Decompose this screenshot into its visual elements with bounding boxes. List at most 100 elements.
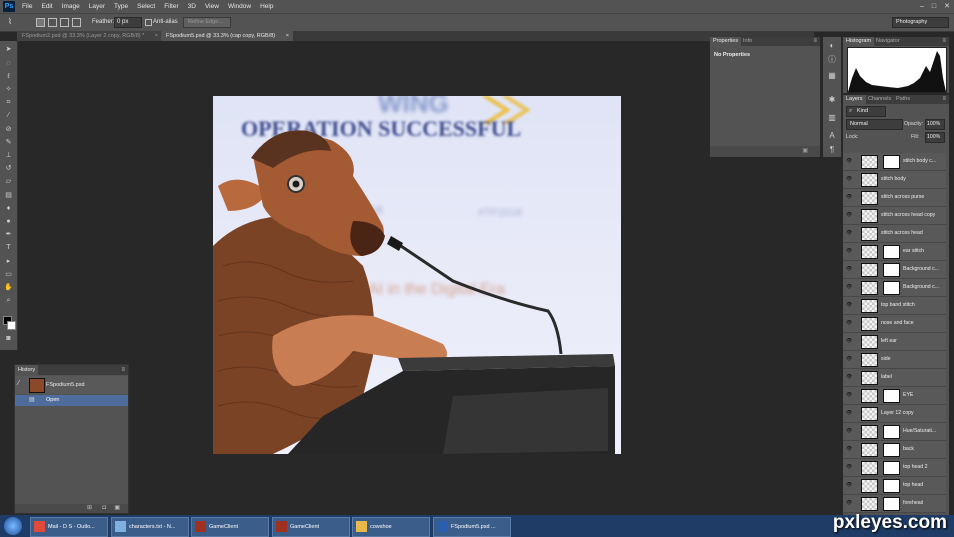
blend-mode-select[interactable]: Normal (846, 119, 903, 130)
close-tab-icon[interactable]: × (286, 31, 289, 41)
color-panel-icon[interactable]: ◐ (827, 41, 837, 50)
subtract-selection-icon[interactable] (60, 18, 69, 27)
eye-icon[interactable]: 👁 (846, 320, 852, 326)
tab-layers[interactable]: Layers (843, 95, 866, 104)
close-tab-icon[interactable]: × (155, 31, 158, 41)
menu-type[interactable]: Type (114, 0, 128, 13)
menu-window[interactable]: Window (228, 0, 251, 13)
crop-tool-icon[interactable]: ⌗ (3, 98, 14, 107)
eye-icon[interactable]: 👁 (846, 374, 852, 380)
panel-menu-icon[interactable]: ≡ (813, 37, 817, 46)
layer-row[interactable]: 👁 EYE (843, 387, 946, 405)
character-panel-icon[interactable]: A (827, 131, 837, 140)
eye-icon[interactable]: 👁 (846, 500, 852, 506)
menu-filter[interactable]: Filter (164, 0, 178, 13)
layer-mask-thumbnail[interactable] (883, 263, 900, 277)
clone-stamp-icon[interactable]: ⊥ (3, 151, 14, 160)
layer-row[interactable]: 👁 forehead (843, 495, 946, 513)
minimize-button[interactable]: – (920, 0, 924, 13)
intersect-selection-icon[interactable] (72, 18, 81, 27)
layer-mask-thumbnail[interactable] (883, 281, 900, 295)
menu-image[interactable]: Image (62, 0, 80, 13)
panel-menu-icon[interactable]: ≡ (121, 365, 125, 375)
taskbar-button[interactable]: cowshoe (352, 517, 430, 537)
layer-row[interactable]: 👁 left ear (843, 333, 946, 351)
history-brush-icon[interactable]: ↺ (3, 164, 14, 173)
layer-row[interactable]: 👁 label (843, 369, 946, 387)
workspace-select[interactable]: Photography (892, 17, 949, 28)
menu-view[interactable]: View (205, 0, 219, 13)
history-state-open[interactable]: ▤ Open (15, 395, 128, 406)
panel-menu-icon[interactable]: ≡ (942, 95, 946, 104)
fill-input[interactable]: 100% (925, 132, 945, 143)
layer-row[interactable]: 👁 top head (843, 477, 946, 495)
layer-row[interactable]: 👁 stitch across head (843, 225, 946, 243)
layer-mask-thumbnail[interactable] (883, 461, 900, 475)
eye-icon[interactable]: 👁 (846, 248, 852, 254)
layer-mask-thumbnail[interactable] (883, 479, 900, 493)
background-color-swatch[interactable] (7, 321, 16, 330)
layer-mask-thumbnail[interactable] (883, 155, 900, 169)
styles-panel-icon[interactable]: ▥ (827, 113, 837, 122)
layer-mask-thumbnail[interactable] (883, 425, 900, 439)
hand-tool-icon[interactable]: ✋ (3, 283, 14, 292)
brush-panel-icon[interactable]: ✱ (827, 95, 837, 104)
eye-icon[interactable]: 👁 (846, 428, 852, 434)
menu-edit[interactable]: Edit (41, 0, 52, 13)
tab-fspodium5[interactable]: FSpodium5.psd @ 33.3% (cap copy, RGB/8) × (161, 31, 293, 41)
eye-icon[interactable]: 👁 (846, 230, 852, 236)
layer-row[interactable]: 👁 Layer 12 copy (843, 405, 946, 423)
info-panel-icon[interactable]: ⓘ (827, 55, 837, 64)
taskbar-button[interactable]: characters.txt - N... (111, 517, 189, 537)
trash-icon[interactable]: ▣ (802, 147, 808, 154)
eye-icon[interactable]: 👁 (846, 338, 852, 344)
tab-fspodium2[interactable]: FSpodium2.psd @ 33.3% (Layer 2 copy, RGB… (17, 31, 162, 41)
tab-navigator[interactable]: Navigator (873, 37, 903, 46)
opacity-input[interactable]: 100% (925, 119, 945, 130)
layer-row[interactable]: 👁 stitch body (843, 171, 946, 189)
eye-icon[interactable]: 👁 (846, 158, 852, 164)
dodge-tool-icon[interactable]: ● (3, 217, 14, 226)
menu-layer[interactable]: Layer (89, 0, 105, 13)
blur-tool-icon[interactable]: ♦ (3, 204, 14, 213)
zoom-tool-icon[interactable]: ⌕ (3, 296, 14, 305)
eye-icon[interactable]: 👁 (846, 212, 852, 218)
paragraph-panel-icon[interactable]: ¶ (827, 145, 837, 154)
eye-icon[interactable]: 👁 (846, 464, 852, 470)
tab-info[interactable]: Info (740, 37, 755, 46)
eye-icon[interactable]: 👁 (846, 482, 852, 488)
taskbar-button[interactable]: GameClient (191, 517, 269, 537)
taskbar-button[interactable]: Mail - D S - Outlo... (30, 517, 108, 537)
layer-row[interactable]: 👁 Background c... (843, 261, 946, 279)
eye-icon[interactable]: 👁 (846, 410, 852, 416)
eye-icon[interactable]: 👁 (846, 266, 852, 272)
new-document-icon[interactable]: ⊞ (87, 504, 92, 513)
layer-row[interactable]: 👁 stitch body c... (843, 153, 946, 171)
gradient-tool-icon[interactable]: ▤ (3, 191, 14, 200)
layer-row[interactable]: 👁 stitch across purse (843, 189, 946, 207)
eye-icon[interactable]: 👁 (846, 194, 852, 200)
start-button-icon[interactable] (4, 517, 22, 535)
eye-icon[interactable]: 👁 (846, 392, 852, 398)
document-canvas[interactable]: WING OPERATION SUCCESSFUL 2018 #TF2018 A… (213, 96, 621, 454)
camera-icon[interactable]: ◘ (102, 504, 106, 513)
eraser-icon[interactable]: ▱ (3, 177, 14, 186)
feather-input[interactable]: 0 px (114, 17, 142, 28)
menu-file[interactable]: File (22, 0, 32, 13)
eye-icon[interactable]: 👁 (846, 446, 852, 452)
menu-select[interactable]: Select (137, 0, 155, 13)
taskbar-button[interactable]: FSpodium5.psd ... (433, 517, 511, 537)
eye-icon[interactable]: 👁 (846, 356, 852, 362)
tab-history[interactable]: History (15, 365, 39, 375)
layer-mask-thumbnail[interactable] (883, 497, 900, 511)
layer-row[interactable]: 👁 Hue/Saturati... (843, 423, 946, 441)
layer-row[interactable]: 👁 side (843, 351, 946, 369)
rectangle-tool-icon[interactable]: ▭ (3, 270, 14, 279)
tab-properties[interactable]: Properties (710, 37, 742, 46)
tab-histogram[interactable]: Histogram (843, 37, 875, 46)
lasso-tool-preset-icon[interactable]: ⌇ (8, 17, 12, 27)
path-selection-icon[interactable]: ▸ (3, 257, 14, 266)
layer-row[interactable]: 👁 ear stitch (843, 243, 946, 261)
history-brush-source-icon[interactable]: ⁄ (18, 380, 19, 387)
layer-row[interactable]: 👁 top head 2 (843, 459, 946, 477)
